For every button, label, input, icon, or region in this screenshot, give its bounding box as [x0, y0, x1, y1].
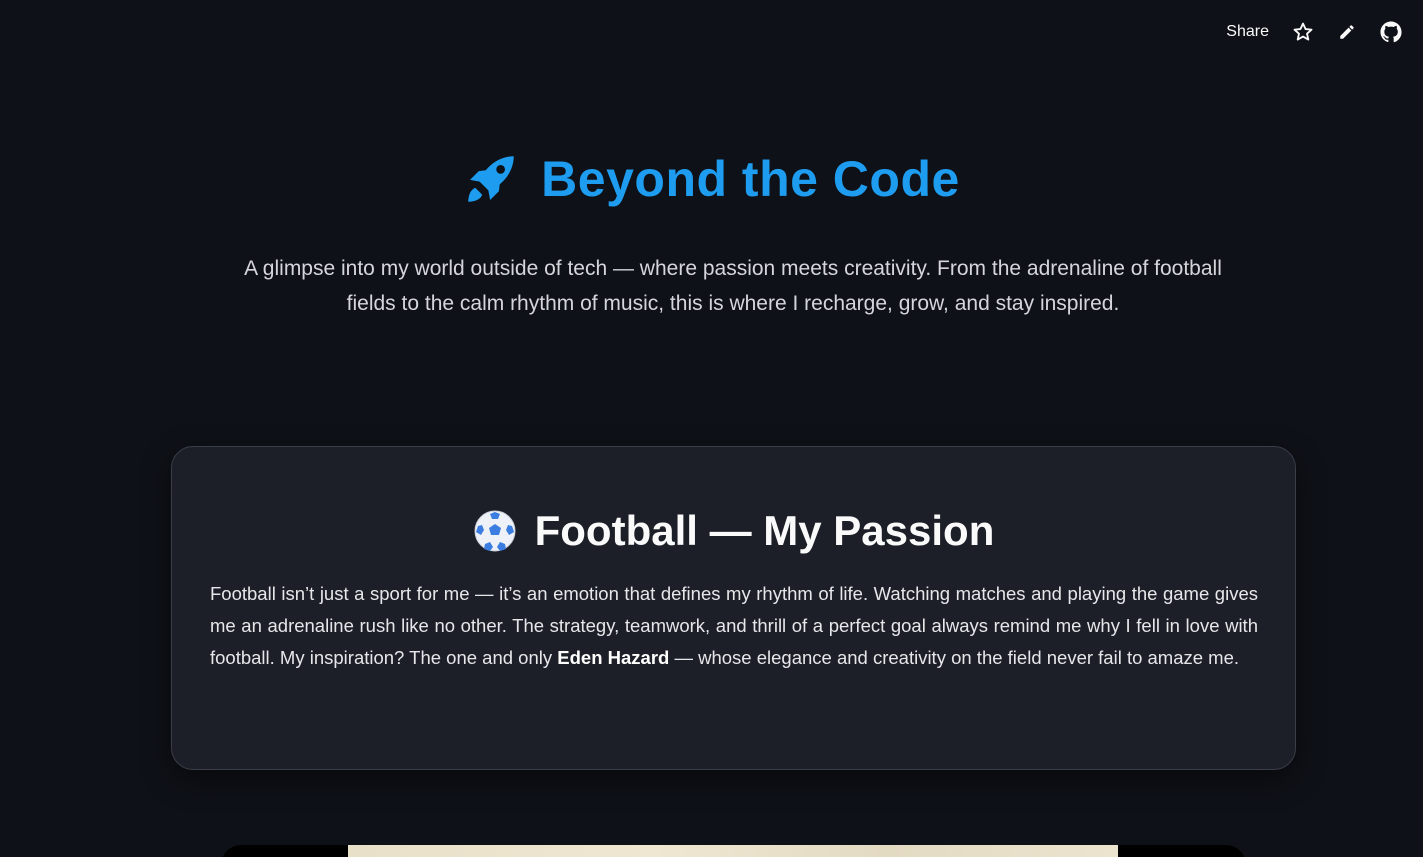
player-name: Eden Hazard	[557, 647, 670, 668]
github-icon[interactable]	[1369, 18, 1413, 46]
football-description: Football isn’t just a sport for me — it’…	[210, 578, 1258, 674]
toolbar: Share	[1214, 18, 1413, 46]
football-heading: Football — My Passion	[172, 507, 1295, 555]
rocket-icon	[468, 156, 514, 202]
page-title: Beyond the Code	[541, 151, 960, 207]
star-icon[interactable]	[1281, 18, 1325, 46]
share-button[interactable]: Share	[1214, 19, 1281, 45]
football-text-after: — whose elegance and creativity on the f…	[669, 647, 1240, 668]
hero-heading: Beyond the Code	[0, 150, 1423, 208]
pencil-icon[interactable]	[1325, 18, 1369, 46]
football-title: Football — My Passion	[534, 507, 995, 554]
soccer-ball-icon	[474, 510, 516, 552]
media-image	[348, 845, 1118, 857]
page-subtitle: A glimpse into my world outside of tech …	[244, 257, 1222, 315]
football-card: Football — My Passion Football isn’t jus…	[171, 446, 1296, 770]
page: Share Beyond the Code A glimpse into my …	[0, 0, 1423, 857]
